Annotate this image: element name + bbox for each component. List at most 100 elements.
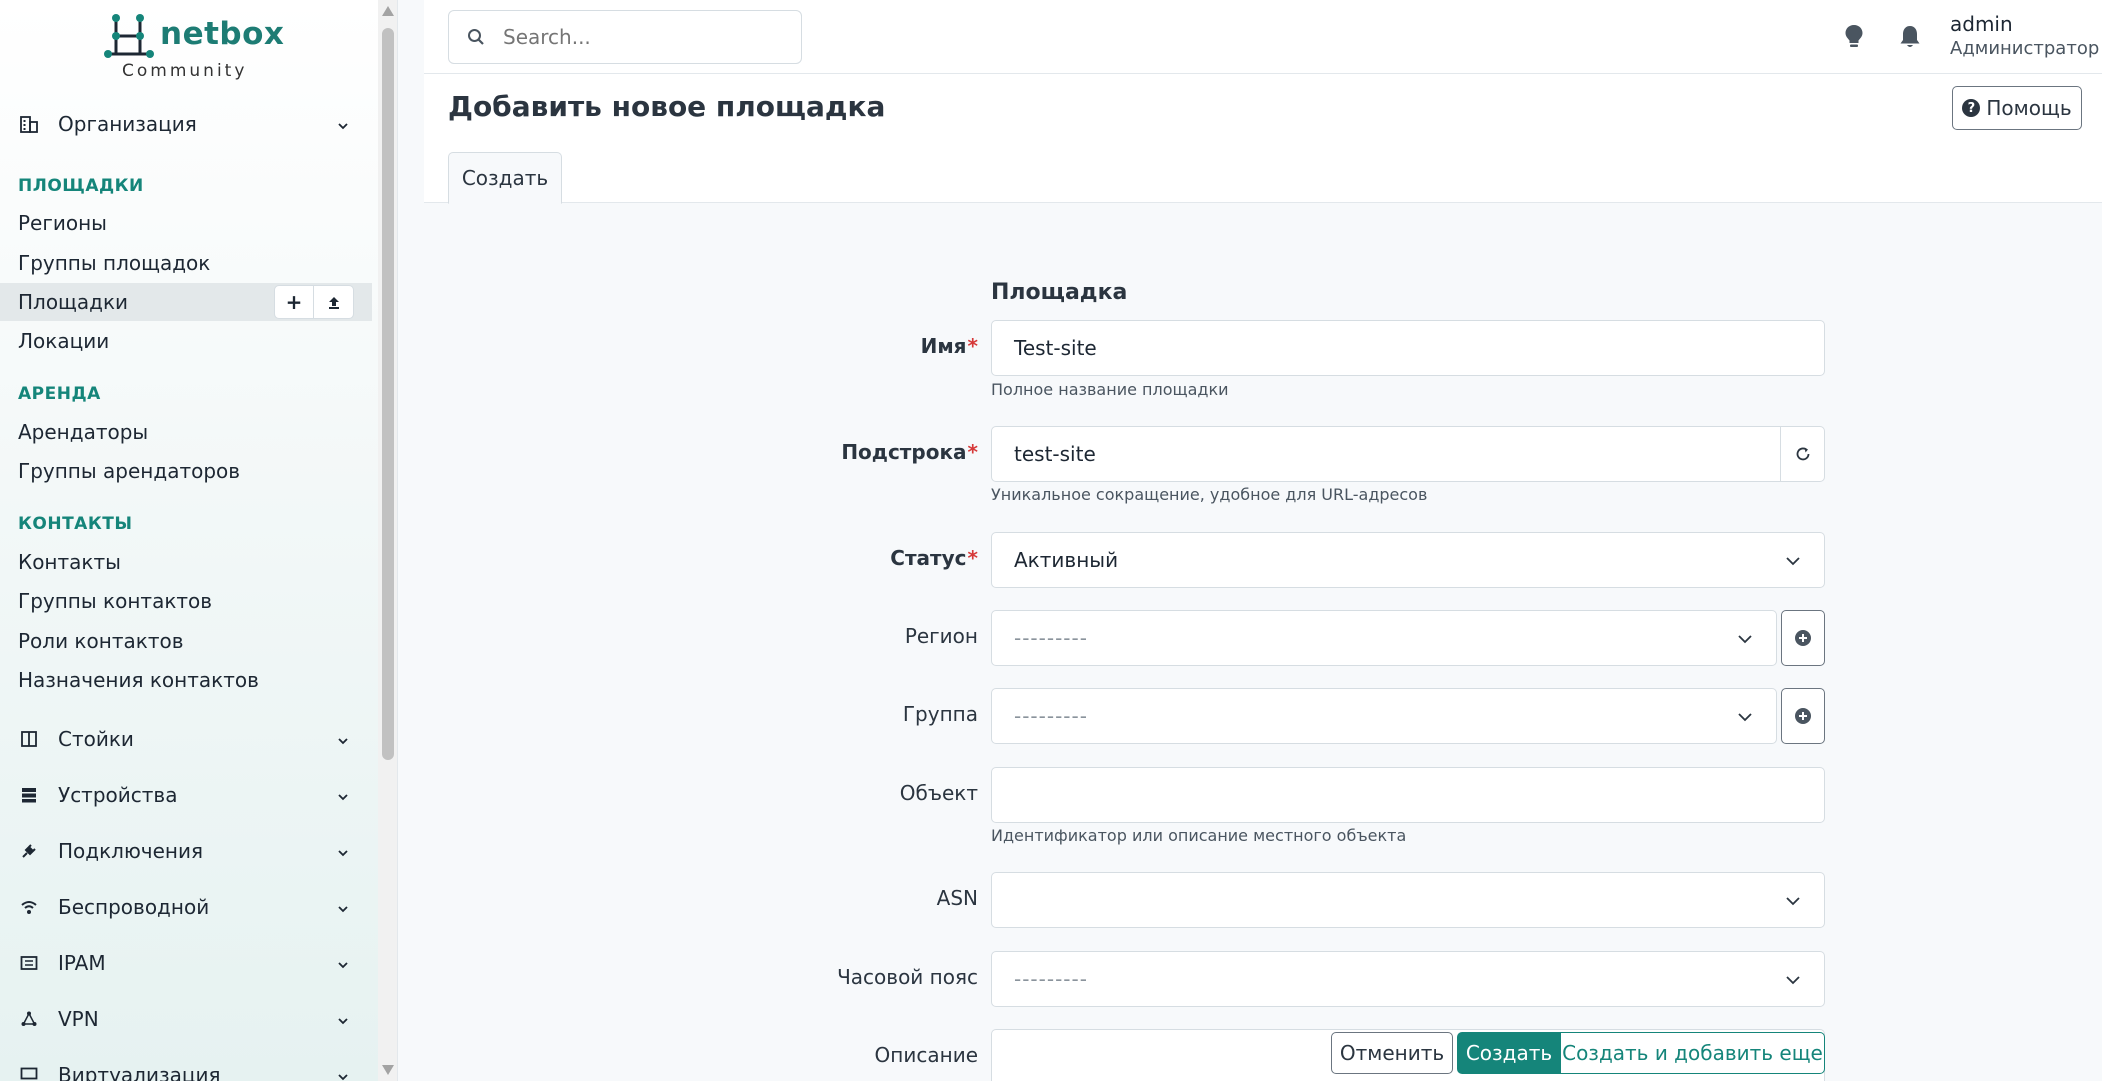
create-and-add-button[interactable]: Создать и добавить еще <box>1560 1032 1825 1074</box>
timezone-label: Часовой пояс <box>837 965 978 989</box>
sidebar-item-contact-roles[interactable]: Роли контактов <box>0 622 372 660</box>
create-and-add-button-label: Создать и добавить еще <box>1562 1041 1823 1065</box>
help-button[interactable]: ? Помощь <box>1952 86 2082 130</box>
lightbulb-icon[interactable] <box>1840 22 1868 52</box>
asn-label: ASN <box>936 886 978 910</box>
add-group-button[interactable] <box>1781 688 1825 744</box>
region-select[interactable]: --------- <box>991 610 1777 666</box>
asn-select[interactable] <box>991 872 1825 928</box>
section-sites: ПЛОЩАДКИ <box>18 176 144 196</box>
wifi-icon <box>18 896 40 918</box>
chevron-down-icon <box>1736 629 1754 653</box>
refresh-icon <box>1796 447 1809 461</box>
create-button-label: Создать <box>1465 1041 1553 1065</box>
required-marker: * <box>967 440 978 464</box>
slug-help: Уникальное сокращение, удобное для URL-а… <box>991 485 1428 504</box>
required-marker: * <box>967 546 978 570</box>
group-value: --------- <box>1014 704 1088 728</box>
name-field[interactable]: Test-site <box>991 320 1825 376</box>
nav-group-organization[interactable]: Организация <box>18 106 358 142</box>
region-label: Регион <box>904 624 978 648</box>
search-input[interactable] <box>503 25 783 49</box>
chevron-down-icon <box>1736 707 1754 731</box>
plus-circle-icon <box>1795 708 1811 724</box>
nav-group-devices[interactable]: Устройства <box>18 777 358 813</box>
chevron-down-icon <box>336 114 350 138</box>
status-select[interactable]: Активный <box>991 532 1825 588</box>
sidebar-item-tenant-groups[interactable]: Группы арендаторов <box>0 452 372 490</box>
sidebar-item-tenants[interactable]: Арендаторы <box>0 413 372 451</box>
netbox-logo[interactable]: netbox Community <box>104 12 284 84</box>
sidebar-item-site-groups[interactable]: Группы площадок <box>0 244 372 282</box>
section-tenancy: АРЕНДА <box>18 384 101 404</box>
timezone-select[interactable]: --------- <box>991 951 1825 1007</box>
chevron-down-icon <box>336 897 350 921</box>
nav-group-vpn[interactable]: VPN <box>18 1001 358 1037</box>
monitor-icon <box>18 1064 40 1081</box>
scroll-thumb[interactable] <box>382 28 394 760</box>
sidebar-item-regions[interactable]: Регионы <box>0 204 372 242</box>
sidebar-item-sites[interactable]: Площадки + <box>0 283 372 321</box>
cancel-button[interactable]: Отменить <box>1331 1032 1453 1074</box>
facility-input[interactable] <box>991 767 1825 823</box>
nav-group-label: IPAM <box>58 951 106 975</box>
form-section-title: Площадка <box>991 280 1128 305</box>
timezone-value: --------- <box>1014 967 1088 991</box>
group-select[interactable]: --------- <box>991 688 1777 744</box>
vpn-icon <box>18 1008 40 1030</box>
server-icon <box>18 784 40 806</box>
sidebar-item-contact-groups[interactable]: Группы контактов <box>0 582 372 620</box>
sidebar-item-label: Контакты <box>18 550 121 574</box>
chevron-down-icon <box>1784 551 1802 575</box>
nav-group-wireless[interactable]: Беспроводной <box>18 889 358 925</box>
chevron-down-icon <box>1784 891 1802 915</box>
slug-field[interactable]: test-site <box>991 426 1825 482</box>
region-value: --------- <box>1014 626 1088 650</box>
chevron-down-icon <box>1784 970 1802 994</box>
sidebar-item-contacts[interactable]: Контакты <box>0 543 372 581</box>
sidebar-item-label: Группы арендаторов <box>18 459 241 483</box>
netbox-logo-icon <box>104 14 154 58</box>
page-title: Добавить новое площадка <box>448 90 886 123</box>
import-sites-button[interactable] <box>314 285 354 319</box>
sidebar: netbox Community Организация ПЛОЩАДКИ Ре… <box>0 0 398 1081</box>
nav-group-connections[interactable]: Подключения <box>18 833 358 869</box>
scroll-down-arrow-icon[interactable] <box>382 1065 394 1075</box>
tab-label: Создать <box>461 166 549 190</box>
create-button[interactable]: Создать <box>1457 1032 1561 1074</box>
facility-help: Идентификатор или описание местного объе… <box>991 826 1407 845</box>
required-marker: * <box>967 334 978 358</box>
search-icon <box>468 29 484 45</box>
user-name[interactable]: admin <box>1950 12 2013 36</box>
tab-create[interactable]: Создать <box>448 152 562 204</box>
nav-group-ipam[interactable]: IPAM <box>18 945 358 981</box>
chevron-down-icon <box>336 953 350 977</box>
top-header: admin Администратор <box>424 0 2102 74</box>
name-help: Полное название площадки <box>991 380 1229 399</box>
logo-subtitle: Community <box>122 61 248 81</box>
regenerate-slug-button[interactable] <box>1780 426 1824 482</box>
nav-group-label: Стойки <box>58 727 134 751</box>
search-box[interactable] <box>448 10 802 64</box>
chevron-down-icon <box>336 1009 350 1033</box>
group-label: Группа <box>902 702 978 726</box>
nav-group-label: VPN <box>58 1007 99 1031</box>
sidebar-item-actions: + <box>274 285 354 319</box>
name-value: Test-site <box>1014 336 1097 360</box>
sidebar-item-label: Назначения контактов <box>18 668 259 692</box>
nav-group-label: Организация <box>58 112 197 136</box>
page-header: Добавить новое площадка ? Помощь Создать <box>424 74 2102 204</box>
sidebar-item-label: Арендаторы <box>18 420 149 444</box>
sidebar-scrollbar[interactable] <box>378 0 397 1081</box>
bell-icon[interactable] <box>1896 22 1924 52</box>
slug-value: test-site <box>1014 442 1096 466</box>
nav-group-virtualization[interactable]: Виртуализация <box>18 1057 358 1081</box>
nav-group-label: Виртуализация <box>58 1063 221 1081</box>
sidebar-item-locations[interactable]: Локации <box>0 322 372 360</box>
add-region-button[interactable] <box>1781 610 1825 666</box>
scroll-up-arrow-icon[interactable] <box>382 6 394 16</box>
add-site-button[interactable]: + <box>274 285 314 319</box>
nav-group-racks[interactable]: Стойки <box>18 721 358 757</box>
chevron-down-icon <box>336 785 350 809</box>
sidebar-item-contact-assignments[interactable]: Назначения контактов <box>0 661 372 699</box>
